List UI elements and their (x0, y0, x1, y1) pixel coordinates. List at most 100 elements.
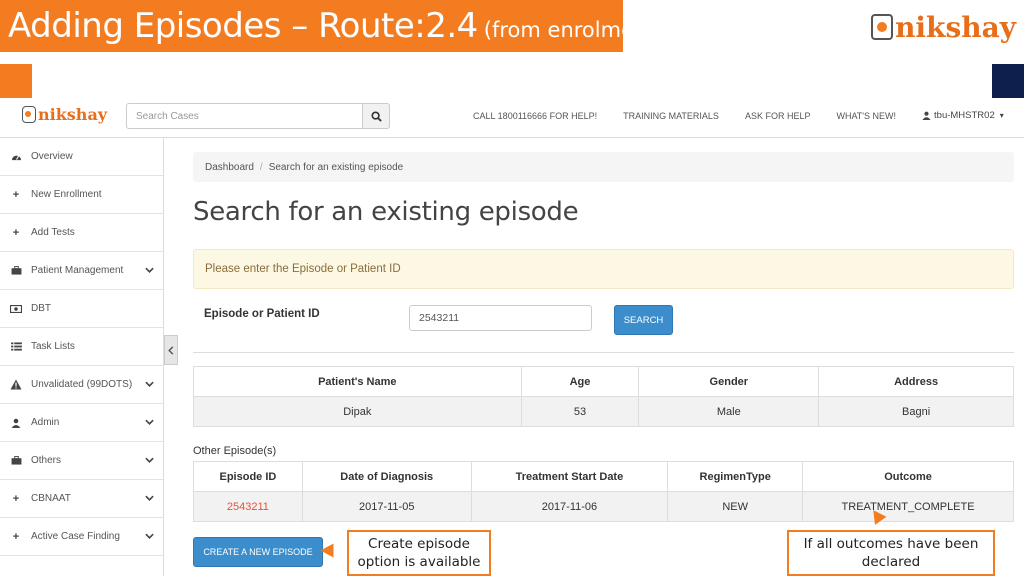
chevron-left-icon (168, 345, 174, 355)
breadcrumb-separator: / (259, 161, 263, 173)
callout-create-episode: Create episode option is available (347, 530, 491, 576)
table-header-row: Episode ID Date of Diagnosis Treatment S… (193, 461, 1014, 492)
other-episodes-label: Other Episode(s) (193, 445, 277, 457)
sidebar-item-label: Add Tests (31, 227, 75, 238)
page-title: Search for an existing episode (193, 197, 579, 227)
search-button[interactable] (363, 103, 390, 129)
column-header: Outcome (802, 461, 1014, 492)
chevron-down-icon (145, 265, 154, 276)
breadcrumb-home[interactable]: Dashboard (205, 162, 254, 173)
slide-title-main: Adding Episodes – Route:2.4 (8, 6, 478, 46)
nav-link-training[interactable]: TRAINING MATERIALS (623, 111, 719, 121)
column-header: Age (520, 366, 640, 397)
create-new-episode-button[interactable]: CREATE A NEW EPISODE (193, 537, 323, 567)
money-icon (9, 304, 23, 313)
regimen-type-cell: NEW (667, 491, 804, 522)
callout-arrow-icon (320, 543, 334, 558)
sidebar-item-patient-management[interactable]: Patient Management (0, 252, 163, 290)
nav-links: CALL 1800116666 FOR HELP! TRAINING MATER… (473, 98, 1004, 133)
sidebar: Overview + New Enrollment + Add Tests Pa… (0, 138, 164, 576)
sidebar-item-new-enrollment[interactable]: + New Enrollment (0, 176, 163, 214)
sidebar-item-label: Others (31, 455, 62, 466)
sidebar-item-active-case-finding[interactable]: + Active Case Finding (0, 518, 163, 556)
chevron-down-icon (145, 493, 154, 504)
dashboard-icon (9, 152, 23, 161)
column-header: Treatment Start Date (470, 461, 669, 492)
sidebar-item-task-lists[interactable]: Task Lists (0, 328, 163, 366)
chevron-down-icon (145, 417, 154, 428)
breadcrumb: Dashboard / Search for an existing episo… (193, 152, 1014, 182)
search-episode-button[interactable]: SEARCH (614, 305, 673, 335)
callout-outcomes-declared: If all outcomes have been declared (787, 530, 995, 576)
patient-name-cell: Dipak (193, 396, 522, 427)
diagnosis-date-cell: 2017-11-05 (301, 491, 472, 522)
episode-id-cell: 2543211 (193, 491, 303, 522)
app-logo-mark-icon (22, 106, 36, 123)
slide-title-sub: (from enrolment) (483, 18, 664, 42)
divider (193, 352, 1014, 353)
sidebar-item-label: Unvalidated (99DOTS) (31, 379, 133, 390)
column-header: Date of Diagnosis (301, 461, 472, 492)
nav-link-help-call[interactable]: CALL 1800116666 FOR HELP! (473, 111, 597, 121)
list-icon (9, 342, 23, 351)
nikshay-logo: nikshay (871, 8, 1016, 46)
sidebar-item-label: CBNAAT (31, 493, 71, 504)
slide-title: Adding Episodes – Route:2.4 (from enrolm… (0, 0, 664, 52)
user-icon (9, 418, 23, 428)
episode-id-link[interactable]: 2543211 (227, 501, 269, 513)
search-icon (370, 110, 382, 122)
warning-icon (9, 379, 23, 390)
table-header-row: Patient's Name Age Gender Address (193, 366, 1014, 397)
search-cases-input[interactable] (126, 103, 363, 129)
briefcase-icon (9, 266, 23, 275)
column-header: Episode ID (193, 461, 303, 492)
episode-id-input[interactable] (409, 305, 592, 331)
breadcrumb-current: Search for an existing episode (268, 161, 404, 173)
sidebar-item-label: DBT (31, 303, 51, 314)
logo-mark-icon (871, 14, 894, 40)
treatment-start-cell: 2017-11-06 (470, 491, 669, 522)
patient-gender-cell: Male (638, 396, 820, 427)
app-navbar: nikshay CALL 1800116666 FOR HELP! TRAINI… (0, 98, 1024, 138)
sidebar-item-unvalidated[interactable]: Unvalidated (99DOTS) (0, 366, 163, 404)
column-header: Gender (638, 366, 820, 397)
episodes-table: Episode ID Date of Diagnosis Treatment S… (193, 461, 1014, 522)
episode-id-label: Episode or Patient ID (204, 308, 320, 320)
plus-icon: + (12, 492, 20, 505)
column-header: RegimenType (667, 461, 804, 492)
sidebar-collapse-toggle[interactable] (164, 335, 178, 365)
column-header: Address (818, 366, 1014, 397)
user-menu[interactable]: tbu-MHSTR02 ▾ (922, 110, 1004, 121)
alert-message: Please enter the Episode or Patient ID (193, 249, 1014, 289)
plus-icon: + (12, 188, 20, 201)
orange-accent-block (0, 64, 32, 98)
sidebar-item-others[interactable]: Others (0, 442, 163, 480)
nav-link-whats-new[interactable]: WHAT'S NEW! (836, 111, 896, 121)
sidebar-item-admin[interactable]: Admin (0, 404, 163, 442)
chevron-down-icon (145, 455, 154, 466)
sidebar-item-dbt[interactable]: DBT (0, 290, 163, 328)
sidebar-item-cbnaat[interactable]: + CBNAAT (0, 480, 163, 518)
briefcase-icon (9, 456, 23, 465)
sidebar-item-label: Patient Management (31, 265, 124, 276)
sidebar-item-label: Task Lists (31, 341, 75, 352)
patient-address-cell: Bagni (818, 396, 1014, 427)
sidebar-item-overview[interactable]: Overview (0, 138, 163, 176)
user-icon (922, 111, 931, 120)
chevron-down-icon (145, 531, 154, 542)
app-logo[interactable]: nikshay (22, 105, 107, 124)
column-header: Patient's Name (193, 366, 522, 397)
user-name: tbu-MHSTR02 (934, 110, 995, 121)
patient-age-cell: 53 (520, 396, 640, 427)
chevron-down-icon (145, 379, 154, 390)
navy-accent-block (992, 64, 1024, 98)
patient-table: Patient's Name Age Gender Address Dipak … (193, 366, 1014, 427)
caret-down-icon: ▾ (999, 111, 1004, 120)
sidebar-item-label: Admin (31, 417, 60, 428)
table-row[interactable]: Dipak 53 Male Bagni (193, 396, 1014, 427)
sidebar-item-label: Overview (31, 151, 73, 162)
outcome-cell: TREATMENT_COMPLETE (802, 491, 1014, 522)
case-search (126, 103, 390, 129)
nav-link-ask-help[interactable]: ASK FOR HELP (745, 111, 811, 121)
sidebar-item-add-tests[interactable]: + Add Tests (0, 214, 163, 252)
